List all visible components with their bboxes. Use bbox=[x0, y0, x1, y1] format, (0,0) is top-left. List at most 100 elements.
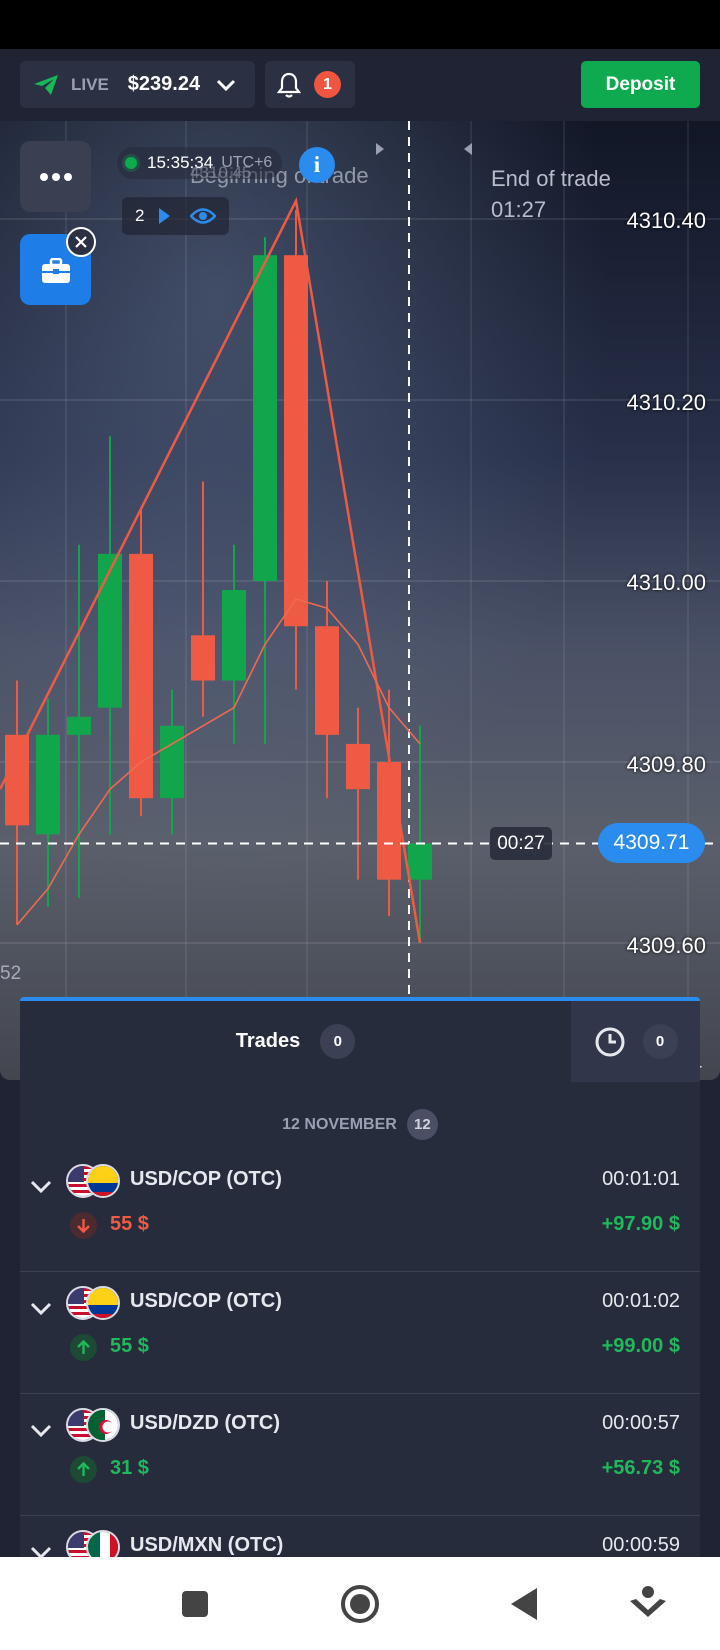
trade-duration: 00:01:02 bbox=[602, 1290, 680, 1312]
chevron-down-icon[interactable] bbox=[30, 1300, 52, 1316]
home-icon[interactable] bbox=[339, 1583, 381, 1625]
eye-icon[interactable] bbox=[190, 206, 217, 226]
candlestick-plot bbox=[0, 121, 720, 1080]
chevron-down-icon[interactable] bbox=[30, 1544, 52, 1557]
back-icon[interactable] bbox=[505, 1583, 547, 1625]
chevron-down-icon[interactable] bbox=[30, 1422, 52, 1438]
chevron-down-icon[interactable] bbox=[30, 1178, 52, 1194]
trade-profit: +56.73 $ bbox=[601, 1457, 680, 1479]
currency-flags bbox=[66, 1286, 124, 1320]
candle-timer: 00:27 bbox=[490, 827, 552, 861]
bell-icon bbox=[276, 72, 302, 98]
candle-body bbox=[284, 255, 308, 627]
arrow-up-icon bbox=[70, 1456, 97, 1483]
tab-trades-count: 0 bbox=[320, 1024, 356, 1059]
tab-trades-label: Trades bbox=[235, 1030, 301, 1052]
candle-body bbox=[222, 590, 246, 681]
trade-pair: USD/COP (OTC) bbox=[130, 1290, 282, 1312]
currency-flags bbox=[66, 1530, 124, 1557]
candle-body bbox=[377, 762, 401, 880]
assistant-icon[interactable] bbox=[627, 1583, 669, 1625]
notifications-button[interactable]: 1 bbox=[265, 61, 355, 108]
trade-pair: USD/COP (OTC) bbox=[130, 1168, 282, 1190]
candle-body bbox=[98, 553, 122, 708]
trade-row[interactable]: USD/DZD (OTC) 00:00:57 31 $ +56.73 $ bbox=[20, 1394, 700, 1516]
open-trades-indicator[interactable]: 2 bbox=[122, 197, 229, 235]
price-level: 4309.60 bbox=[626, 933, 706, 958]
price-level: 4309.80 bbox=[626, 752, 706, 777]
app-screen: LIVE $239.24 1 Deposit Beginning of trad… bbox=[0, 0, 720, 1650]
candle-body bbox=[253, 255, 277, 581]
currency-flags bbox=[66, 1164, 124, 1198]
price-level: 4310.20 bbox=[626, 390, 706, 415]
price-level: 4310.00 bbox=[626, 570, 706, 595]
briefcase-icon bbox=[42, 258, 70, 283]
account-type-label: LIVE bbox=[71, 74, 109, 94]
clock-icon bbox=[595, 1027, 624, 1056]
end-of-trade-countdown: 01:27 bbox=[491, 197, 547, 222]
trades-panel: Trades 0 0 12 NOVEMBER 12 USD/COP (OTC) 0… bbox=[20, 997, 700, 1557]
end-of-trade-label: End of trade bbox=[491, 166, 611, 191]
algeria-flag-icon bbox=[86, 1408, 120, 1442]
date-label: 12 NOVEMBER bbox=[282, 1115, 397, 1133]
candle-body bbox=[36, 734, 60, 835]
account-balance: $239.24 bbox=[127, 73, 201, 95]
trade-row[interactable]: USD/MXN (OTC) 00:00:59 bbox=[20, 1516, 700, 1557]
begin-marker-arrow bbox=[376, 143, 384, 155]
mexico-flag-icon bbox=[86, 1530, 120, 1557]
status-bar bbox=[0, 0, 720, 49]
candle-body bbox=[346, 743, 370, 790]
faded-price: 4310.45 bbox=[190, 163, 252, 182]
trade-amount: 55 $ bbox=[110, 1335, 149, 1357]
colombia-flag-icon bbox=[86, 1286, 120, 1320]
end-of-trade-marker: End of trade 01:27 bbox=[491, 163, 611, 225]
price-chart[interactable]: Beginning of trade End of trade 01:27 43… bbox=[0, 121, 720, 1080]
play-icon bbox=[159, 208, 171, 224]
candle-body bbox=[315, 626, 339, 735]
trade-amount: 31 $ bbox=[110, 1457, 149, 1479]
android-nav-bar bbox=[0, 1557, 720, 1650]
trade-pair: USD/MXN (OTC) bbox=[130, 1534, 284, 1556]
candle-body bbox=[160, 725, 184, 799]
trades-tabs: Trades 0 0 bbox=[20, 1001, 700, 1082]
trade-profit: +99.00 $ bbox=[601, 1335, 680, 1357]
end-marker-arrow bbox=[464, 143, 472, 155]
currency-flags bbox=[66, 1408, 124, 1442]
candle-body bbox=[67, 716, 91, 735]
trade-profit: +97.90 $ bbox=[601, 1213, 680, 1235]
live-dot-icon bbox=[125, 157, 137, 169]
trade-duration: 00:00:57 bbox=[602, 1412, 680, 1434]
trade-row[interactable]: USD/COP (OTC) 00:01:01 55 $ +97.90 $ bbox=[20, 1150, 700, 1272]
arrow-up-icon bbox=[70, 1334, 97, 1361]
tab-history-count: 0 bbox=[642, 1024, 678, 1059]
chevron-down-icon bbox=[217, 79, 236, 91]
arrow-down-icon bbox=[70, 1212, 97, 1239]
price-level: 4310.40 bbox=[626, 208, 706, 233]
account-selector[interactable]: LIVE $239.24 bbox=[20, 61, 255, 108]
candle-body bbox=[5, 734, 29, 826]
edge-label-left: 52 bbox=[0, 963, 22, 984]
candle-body bbox=[408, 843, 432, 880]
open-trades-count: 2 bbox=[135, 206, 145, 225]
date-header: 12 NOVEMBER 12 bbox=[20, 1109, 700, 1140]
close-portfolio-button[interactable] bbox=[66, 227, 96, 257]
notification-badge: 1 bbox=[314, 71, 341, 98]
info-button[interactable]: i bbox=[299, 147, 335, 183]
current-price-badge: 4309.71 bbox=[598, 823, 705, 864]
tab-history[interactable]: 0 bbox=[571, 1001, 700, 1082]
trade-pair: USD/DZD (OTC) bbox=[130, 1412, 280, 1434]
trade-duration: 00:01:01 bbox=[602, 1168, 680, 1190]
date-count-badge: 12 bbox=[406, 1109, 438, 1140]
more-dots-icon bbox=[39, 172, 72, 181]
recent-apps-icon[interactable] bbox=[174, 1583, 216, 1625]
trade-amount: 55 $ bbox=[110, 1213, 149, 1235]
trade-row[interactable]: USD/COP (OTC) 00:01:02 55 $ +99.00 $ bbox=[20, 1272, 700, 1394]
top-bar: LIVE $239.24 1 Deposit bbox=[0, 49, 720, 121]
paper-plane-icon bbox=[34, 74, 58, 95]
close-icon bbox=[75, 236, 87, 248]
trade-duration: 00:00:59 bbox=[602, 1534, 680, 1556]
colombia-flag-icon bbox=[86, 1164, 120, 1198]
tab-trades[interactable]: Trades 0 bbox=[20, 1001, 571, 1082]
deposit-button[interactable]: Deposit bbox=[581, 61, 700, 108]
more-menu-button[interactable] bbox=[20, 141, 91, 212]
